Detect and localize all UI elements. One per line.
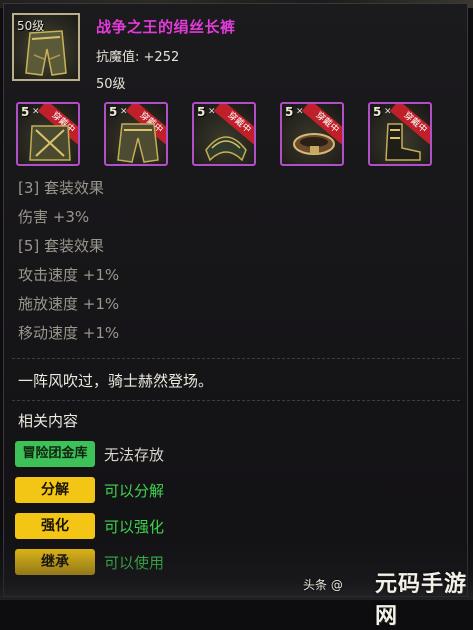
disassemble-status: 可以分解	[104, 482, 165, 500]
enhance-status: 可以强化	[104, 518, 165, 536]
required-level: 50级	[96, 77, 126, 92]
watermark-source: 头条 @	[303, 578, 343, 592]
slot-level: 5	[197, 105, 206, 119]
tag-inherit: 继承	[15, 549, 95, 575]
belt-icon	[293, 133, 335, 155]
set-effect-cast-speed: 施放速度 +1%	[18, 295, 120, 313]
set-items-row: 5 ✕ 穿戴中 5 ✕ 穿戴中 5 ✕ 穿戴中 5 ✕ 穿戴中 5 ✕ 穿戴中	[16, 102, 446, 170]
set-effect-damage: 伤害 +3%	[18, 208, 90, 226]
tag-enhance: 强化	[15, 513, 95, 539]
section-divider	[12, 358, 460, 359]
item-name: 战争之王的绢丝长裤	[96, 18, 236, 36]
pants-icon	[117, 123, 159, 163]
set-effect-5-header: [5] 套装效果	[18, 237, 105, 255]
set-effect-3-header: [3] 套装效果	[18, 179, 105, 197]
set-slot-chest[interactable]: 5 ✕ 穿戴中	[16, 102, 80, 166]
inherit-status: 可以使用	[104, 554, 165, 572]
chest-armor-icon	[29, 125, 71, 161]
slot-level: 5	[109, 105, 118, 119]
set-slot-belt[interactable]: 5 ✕ 穿戴中	[280, 102, 344, 166]
flavor-text: 一阵风吹过，骑士赫然登场。	[18, 372, 214, 390]
set-slot-boots[interactable]: 5 ✕ 穿戴中	[368, 102, 432, 166]
section-divider	[12, 400, 460, 401]
vault-status: 无法存放	[104, 446, 165, 464]
magic-resist-stat: 抗魔值: +252	[96, 46, 179, 65]
tag-adventure-vault: 冒险团金库	[15, 441, 95, 467]
slot-level: 5	[21, 105, 30, 119]
set-effect-move-speed: 移动速度 +1%	[18, 324, 120, 342]
shoulder-armor-icon	[205, 136, 247, 162]
stat-label: 抗魔值:	[96, 50, 140, 65]
slot-level: 5	[285, 105, 294, 119]
item-icon: 50级	[12, 13, 80, 81]
set-effect-attack-speed: 攻击速度 +1%	[18, 266, 120, 284]
stat-value: +252	[143, 50, 180, 65]
set-slot-pants[interactable]: 5 ✕ 穿戴中	[104, 102, 168, 166]
watermark-brand: 元码手游网	[375, 572, 468, 629]
pants-icon	[25, 30, 67, 76]
set-slot-shoulder[interactable]: 5 ✕ 穿戴中	[192, 102, 256, 166]
slot-level: 5	[373, 105, 382, 119]
boots-icon	[385, 123, 421, 161]
tag-disassemble: 分解	[15, 477, 95, 503]
related-section-title: 相关内容	[18, 412, 79, 430]
